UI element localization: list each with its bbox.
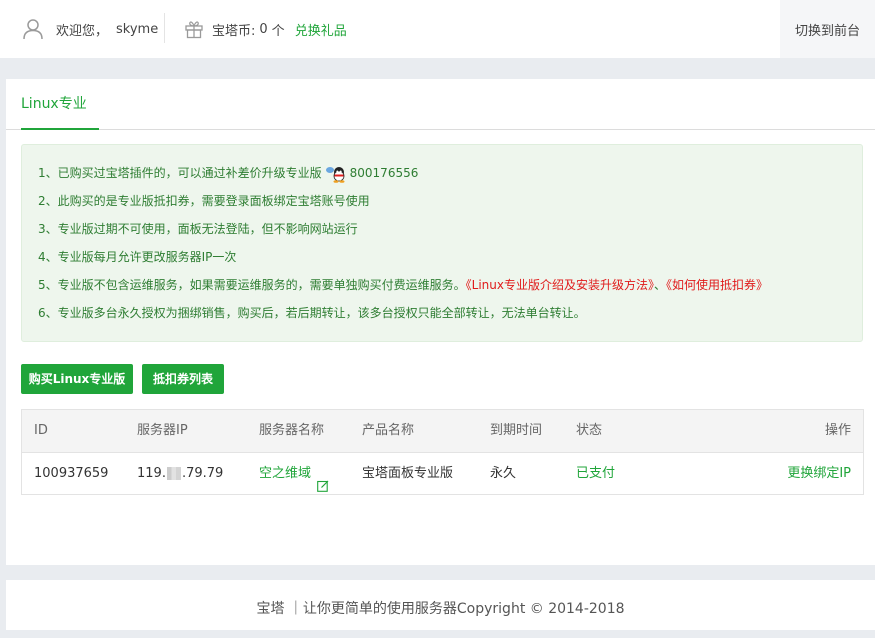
notice-line-5: 5、专业版不包含运维服务，如果需要运维服务的，需要单独购买付费运维服务。《Lin… bbox=[38, 275, 768, 295]
license-table: ID 服务器IP 服务器名称 产品名称 到期时间 状态 操作 100937659… bbox=[21, 409, 864, 495]
user-info: 欢迎您， skyme bbox=[22, 16, 158, 42]
notice-line-1: 1、已购买过宝塔插件的，可以通过补差价升级专业版 800176556 bbox=[38, 163, 418, 183]
qq-number[interactable]: 800176556 bbox=[350, 166, 419, 180]
tab-linux-pro[interactable]: Linux专业版 bbox=[21, 79, 99, 162]
cell-expire: 永久 bbox=[490, 466, 517, 481]
cell-server-name[interactable]: 空之维域 bbox=[259, 453, 329, 495]
header-id: ID bbox=[34, 423, 48, 438]
notice-line-4: 4、专业版每月允许更改服务器IP一次 bbox=[38, 250, 237, 264]
tab-bar: Linux专业版 bbox=[6, 79, 875, 162]
cell-product: 宝塔面板专业版 bbox=[362, 466, 454, 481]
top-bar: 欢迎您， skyme 宝塔币: 0 个 兑换礼品 切换到前台 bbox=[0, 0, 875, 58]
exchange-gift-link[interactable]: 兑换礼品 bbox=[295, 20, 347, 39]
header-expire: 到期时间 bbox=[490, 423, 543, 438]
header-divider bbox=[164, 13, 165, 43]
notice-line-2: 2、此购买的是专业版抵扣券，需要登录面板绑定宝塔账号使用 bbox=[38, 194, 370, 208]
footer-copyright: 宝塔 ｜让你更简单的使用服务器Copyright © 2014-2018 bbox=[256, 601, 625, 617]
header-server-name: 服务器名称 bbox=[259, 423, 325, 438]
header-status: 状态 bbox=[576, 423, 603, 438]
header-action: 操作 bbox=[824, 423, 851, 438]
ip-prefix: 119. bbox=[137, 466, 166, 481]
welcome-text: 欢迎您， bbox=[56, 23, 109, 39]
ip-mask bbox=[166, 467, 181, 480]
cell-id: 100937659 bbox=[34, 466, 109, 481]
notice-line-5-text: 5、专业版不包含运维服务，如果需要运维服务的，需要单独购买付费运维服务。 bbox=[38, 278, 466, 292]
voucher-list-button[interactable]: 抵扣券列表 bbox=[142, 364, 224, 394]
qq-icon[interactable] bbox=[324, 165, 348, 183]
header-server-ip: 服务器IP bbox=[137, 423, 188, 438]
coin-unit: 个 bbox=[271, 23, 285, 39]
coin-info: 宝塔币: 0 个 兑换礼品 bbox=[184, 16, 347, 42]
ip-suffix: .79.79 bbox=[181, 466, 224, 481]
coin-value: 0 bbox=[259, 21, 268, 37]
notice-line-6: 6、专业版多台永久授权为捆绑销售，购买后，若后期转让，该多台授权只能全部转让，无… bbox=[38, 306, 586, 320]
switch-to-front-button[interactable]: 切换到前台 bbox=[780, 0, 875, 58]
notice-box: 1、已购买过宝塔插件的，可以通过补差价升级专业版 800176556 2、此购买… bbox=[21, 144, 863, 342]
notice-line-1-text: 1、已购买过宝塔插件的，可以通过补差价升级专业版 bbox=[38, 166, 322, 180]
main-panel: Linux专业版 1、已购买过宝塔插件的，可以通过补差价升级专业版 800176… bbox=[6, 79, 875, 565]
gift-icon bbox=[184, 19, 204, 39]
cell-server-ip: 119. .79.79 bbox=[137, 453, 223, 495]
notice-line-3: 3、专业版过期不可使用，面板无法登陆，但不影响网站运行 bbox=[38, 222, 358, 236]
user-icon bbox=[22, 18, 44, 40]
server-name-text[interactable]: 空之维域 bbox=[259, 466, 311, 481]
table-header: ID 服务器IP 服务器名称 产品名称 到期时间 状态 操作 bbox=[22, 410, 863, 453]
notice-line-5-separator: 、 bbox=[653, 278, 666, 292]
voucher-howto-link[interactable]: 《如何使用抵扣券》 bbox=[666, 278, 768, 292]
edit-icon[interactable] bbox=[317, 468, 329, 492]
footer: 宝塔 ｜让你更简单的使用服务器Copyright © 2014-2018 bbox=[6, 580, 875, 630]
cell-status: 已支付 bbox=[576, 466, 616, 481]
header-product: 产品名称 bbox=[362, 423, 415, 438]
linux-pro-intro-link[interactable]: 《Linux专业版介绍及安装升级方法》 bbox=[466, 278, 654, 292]
username: skyme bbox=[116, 21, 159, 37]
change-bound-ip-link[interactable]: 更换绑定IP bbox=[787, 453, 851, 495]
buy-linux-pro-button[interactable]: 购买Linux专业版 bbox=[21, 364, 133, 394]
coin-label: 宝塔币: bbox=[212, 23, 256, 39]
table-row: 100937659 119. .79.79 空之维域 宝塔面板专业版 永久 已支付… bbox=[22, 453, 863, 495]
